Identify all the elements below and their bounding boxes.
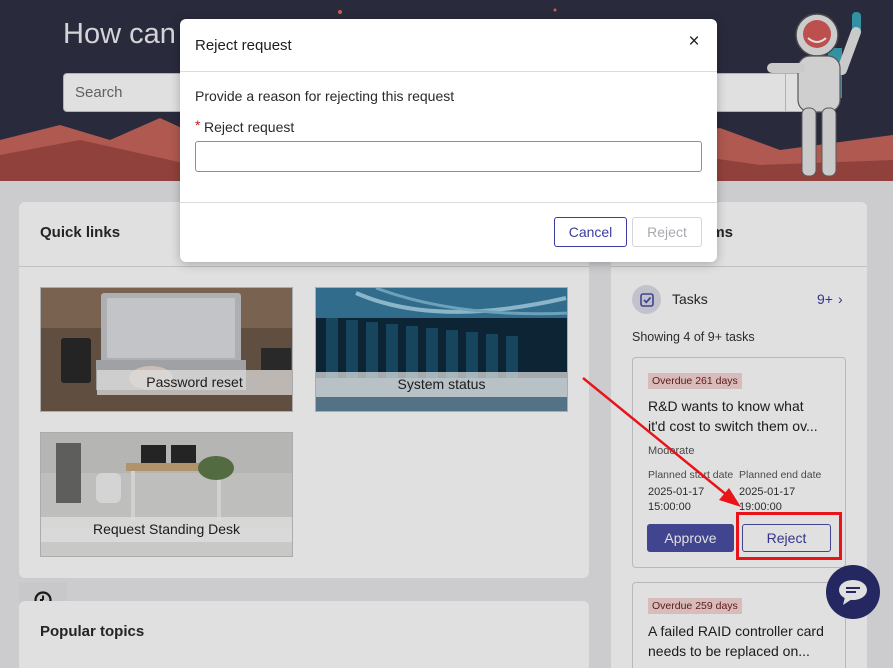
annotation-highlight-box <box>736 512 842 560</box>
annotation-arrow <box>582 377 741 507</box>
